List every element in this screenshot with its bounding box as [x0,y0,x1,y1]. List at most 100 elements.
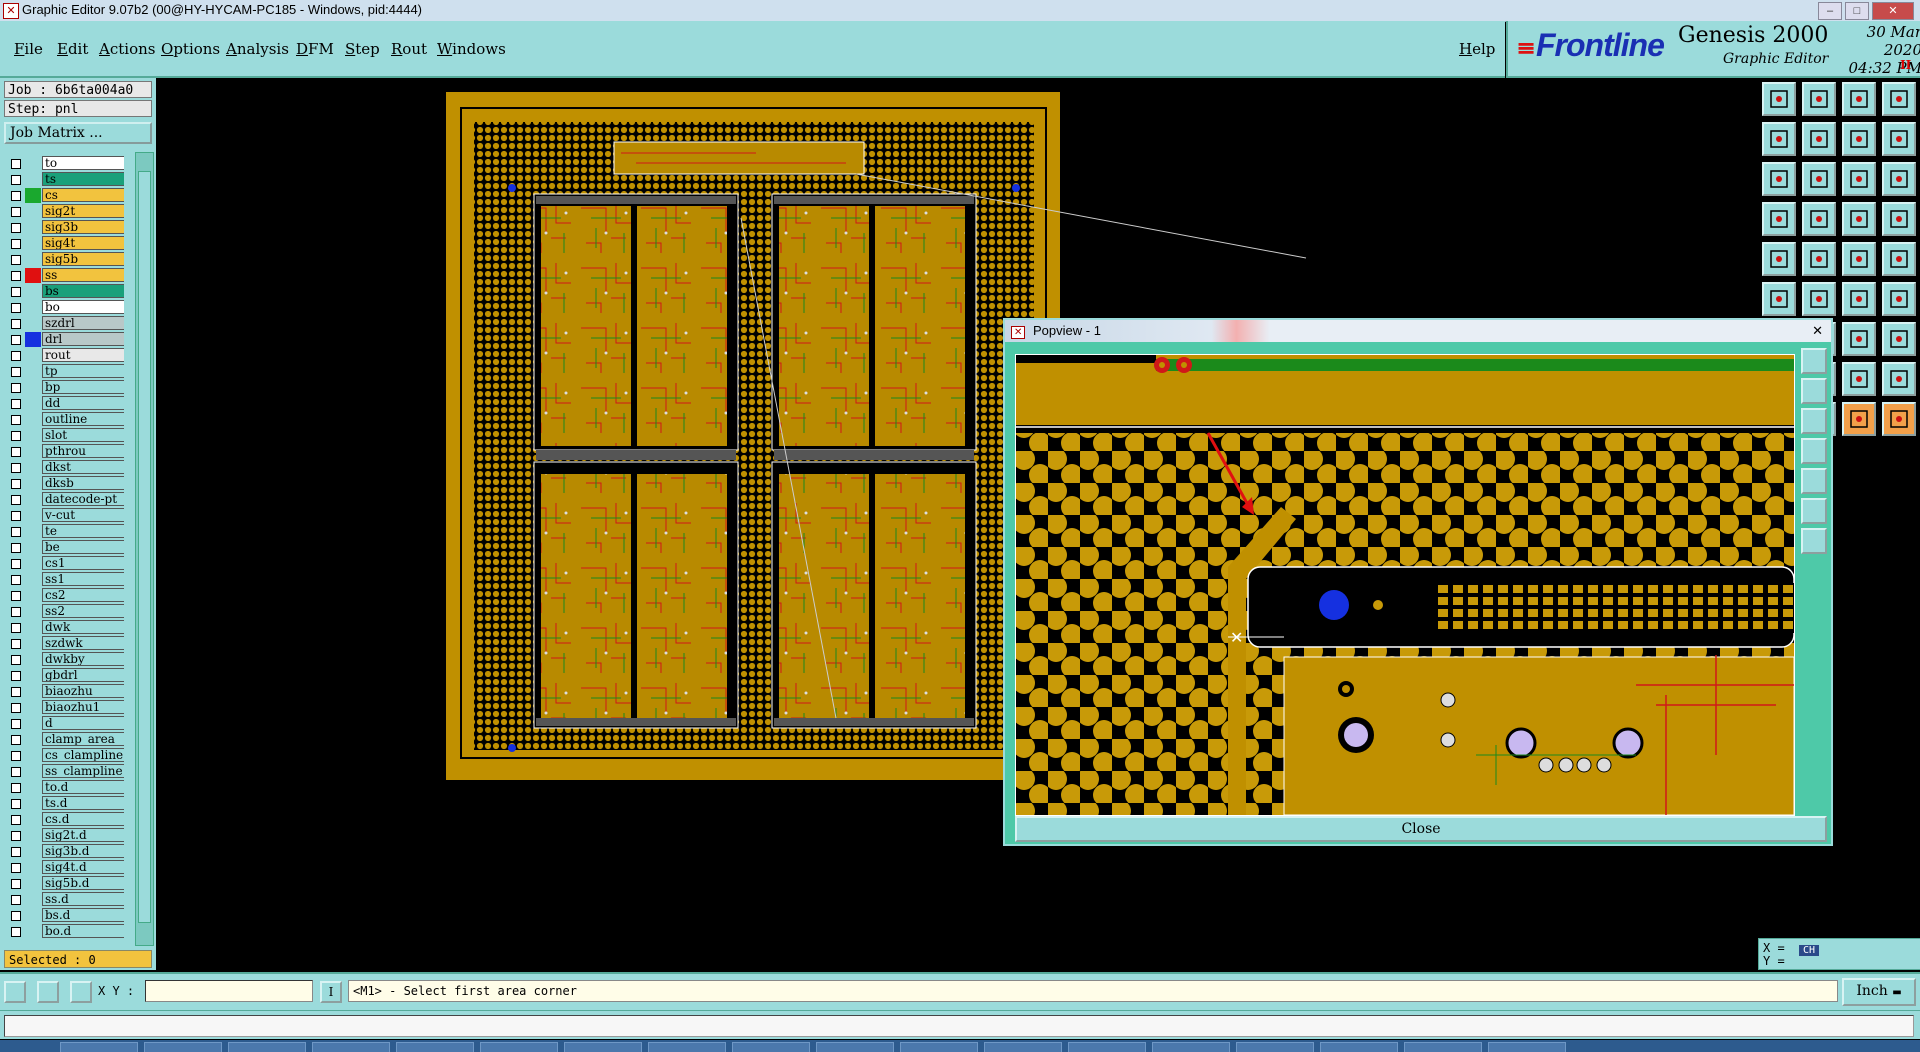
layer-checkbox[interactable] [11,863,21,873]
layer-row[interactable]: cs1 [4,556,124,571]
layer-row[interactable]: bo.d [4,924,124,939]
layer-row[interactable]: slot [4,428,124,443]
drill-display-icon[interactable] [1882,242,1916,276]
layer-name[interactable]: sig2t [42,204,124,218]
layer-name[interactable]: bs [42,284,124,298]
layer-name[interactable]: bs.d [42,908,124,922]
snap-mode-icon[interactable] [4,981,26,1003]
layer-checkbox[interactable] [11,479,21,489]
layer-checkbox[interactable] [11,735,21,745]
menu-analysis[interactable]: Analysis [226,40,289,58]
layer-name[interactable]: ss.d [42,892,124,906]
open-job-icon[interactable] [1762,82,1796,116]
layer-row[interactable]: cs.d [4,812,124,827]
layer-row[interactable]: bp [4,380,124,395]
menu-options[interactable]: Options [161,40,220,58]
popview-graphic[interactable]: ✕ [1016,355,1794,815]
menu-dfm[interactable]: DFM [296,40,334,58]
layer-name[interactable]: tp [42,364,124,378]
text-cursor-icon[interactable]: I [320,981,342,1003]
layer-name[interactable]: sig4t [42,236,124,250]
layer-checkbox[interactable] [11,719,21,729]
taskbar-item[interactable] [984,1042,1062,1052]
feature-flip-icon[interactable] [1882,322,1916,356]
layer-row[interactable]: drl [4,332,124,347]
job-matrix-button[interactable]: Job Matrix ... [4,122,152,144]
menu-windows[interactable]: Windows [437,40,506,58]
layer-checkbox[interactable] [11,703,21,713]
zoom-area-icon[interactable] [1802,162,1836,196]
layer-name[interactable]: gbdrl [42,668,124,682]
scale-1to2-icon[interactable] [1842,162,1876,196]
layer-checkbox[interactable] [11,847,21,857]
menu-edit[interactable]: Edit [57,40,88,58]
taskbar-item[interactable] [564,1042,642,1052]
layer-checkbox[interactable] [11,671,21,681]
layer-row[interactable]: dwk [4,620,124,635]
layer-name[interactable]: cs_clampline [42,748,124,762]
layer-name[interactable]: cs2 [42,588,124,602]
layer-name[interactable]: drl [42,332,124,346]
popview-pan-right-icon[interactable] [1801,468,1827,494]
layer-name[interactable]: dd [42,396,124,410]
layer-name[interactable]: ts.d [42,796,124,810]
layer-checkbox[interactable] [11,335,21,345]
layer-row[interactable]: szdrl [4,316,124,331]
menu-file[interactable]: File [14,40,43,58]
layer-row[interactable]: to.d [4,780,124,795]
layer-row[interactable]: bs [4,284,124,299]
xy-input[interactable] [145,980,313,1002]
layer-name[interactable]: biaozhu [42,684,124,698]
layer-name[interactable]: bp [42,380,124,394]
layer-checkbox[interactable] [11,687,21,697]
layer-row[interactable]: biaozhu1 [4,700,124,715]
layer-checkbox[interactable] [11,239,21,249]
layer-row[interactable]: dkst [4,460,124,475]
layer-checkbox[interactable] [11,655,21,665]
layer-name[interactable]: cs1 [42,556,124,570]
menu-actions[interactable]: Actions [99,40,155,58]
popview-close-icon[interactable]: ✕ [1812,320,1823,342]
layer-row[interactable]: pthrou [4,444,124,459]
connect-icon[interactable] [1762,282,1796,316]
zoom-fit-icon[interactable] [1762,162,1796,196]
help-icon[interactable] [1882,162,1916,196]
layer-row[interactable]: ts [4,172,124,187]
layer-checkbox[interactable] [11,431,21,441]
layer-row[interactable]: clamp_area [4,732,124,747]
layer-name[interactable]: ss_clampline [42,764,124,778]
select-pointer-icon[interactable] [1842,402,1876,436]
layer-name[interactable]: sig2t.d [42,828,124,842]
taskbar-item[interactable] [60,1042,138,1052]
rotate-icon[interactable] [1762,202,1796,236]
layer-row[interactable]: datecode-pt [4,492,124,507]
layer-checkbox[interactable] [11,815,21,825]
layer-name[interactable]: ss1 [42,572,124,586]
layer-row[interactable]: sig3b [4,220,124,235]
taskbar-item[interactable] [396,1042,474,1052]
layer-row[interactable]: dd [4,396,124,411]
layer-checkbox[interactable] [11,639,21,649]
layer-name[interactable]: szdwk [42,636,124,650]
taskbar-item[interactable] [732,1042,810,1052]
layer-row[interactable]: sig3b.d [4,844,124,859]
layer-name[interactable]: clamp_area [42,732,124,746]
layer-checkbox[interactable] [11,559,21,569]
grid-icon[interactable] [1802,202,1836,236]
layer-row[interactable]: szdwk [4,636,124,651]
snapshot-icon[interactable] [1762,242,1796,276]
layer-name[interactable]: sig3b [42,220,124,234]
taskbar-item[interactable] [312,1042,390,1052]
popview-pan-left-icon[interactable] [1801,438,1827,464]
layer-name[interactable]: te [42,524,124,538]
layer-list-scrollbar[interactable] [135,152,154,946]
layer-name[interactable]: sig5b [42,252,124,266]
move-icon[interactable] [1882,362,1916,396]
language-indicator[interactable]: CH [1799,945,1820,956]
layer-checkbox[interactable] [11,895,21,905]
layer-name[interactable]: pthrou [42,444,124,458]
minimize-button[interactable]: – [1818,2,1842,20]
taskbar-item[interactable] [144,1042,222,1052]
layer-checkbox[interactable] [11,607,21,617]
layer-row[interactable]: d [4,716,124,731]
